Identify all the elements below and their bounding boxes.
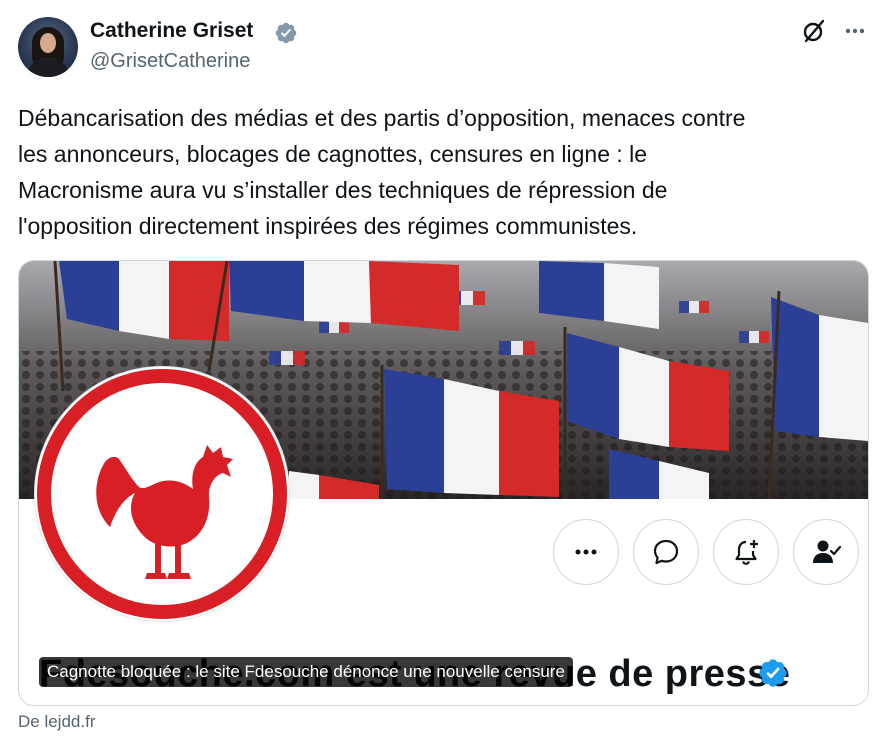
grok-icon[interactable]	[801, 18, 827, 44]
message-icon	[653, 539, 679, 565]
notification-add-icon	[735, 540, 758, 565]
card-caption[interactable]: Cagnotte bloquée : le site Fdesouche dén…	[39, 657, 573, 687]
card-following-button[interactable]	[793, 519, 859, 585]
profile-logo[interactable]	[35, 367, 289, 621]
verified-badge-icon	[275, 22, 297, 44]
more-icon	[575, 549, 597, 555]
link-card[interactable]: Fdesouche.com est une revue de presse Ca…	[18, 260, 869, 706]
post-text: Débancarisation des médias et des partis…	[18, 105, 746, 239]
card-source[interactable]: De lejdd.fr	[18, 712, 95, 732]
card-more-button[interactable]	[553, 519, 619, 585]
card-verified-badge-icon	[759, 659, 787, 687]
author-handle[interactable]: @GrisetCatherine	[90, 50, 250, 73]
card-message-button[interactable]	[633, 519, 699, 585]
avatar-face	[40, 33, 56, 53]
author-name[interactable]: Catherine Griset	[90, 19, 253, 43]
card-notify-button[interactable]	[713, 519, 779, 585]
following-icon	[813, 540, 842, 563]
rooster-logo-icon	[37, 369, 287, 619]
author-avatar[interactable]	[18, 17, 78, 77]
more-options-icon[interactable]	[842, 18, 868, 44]
